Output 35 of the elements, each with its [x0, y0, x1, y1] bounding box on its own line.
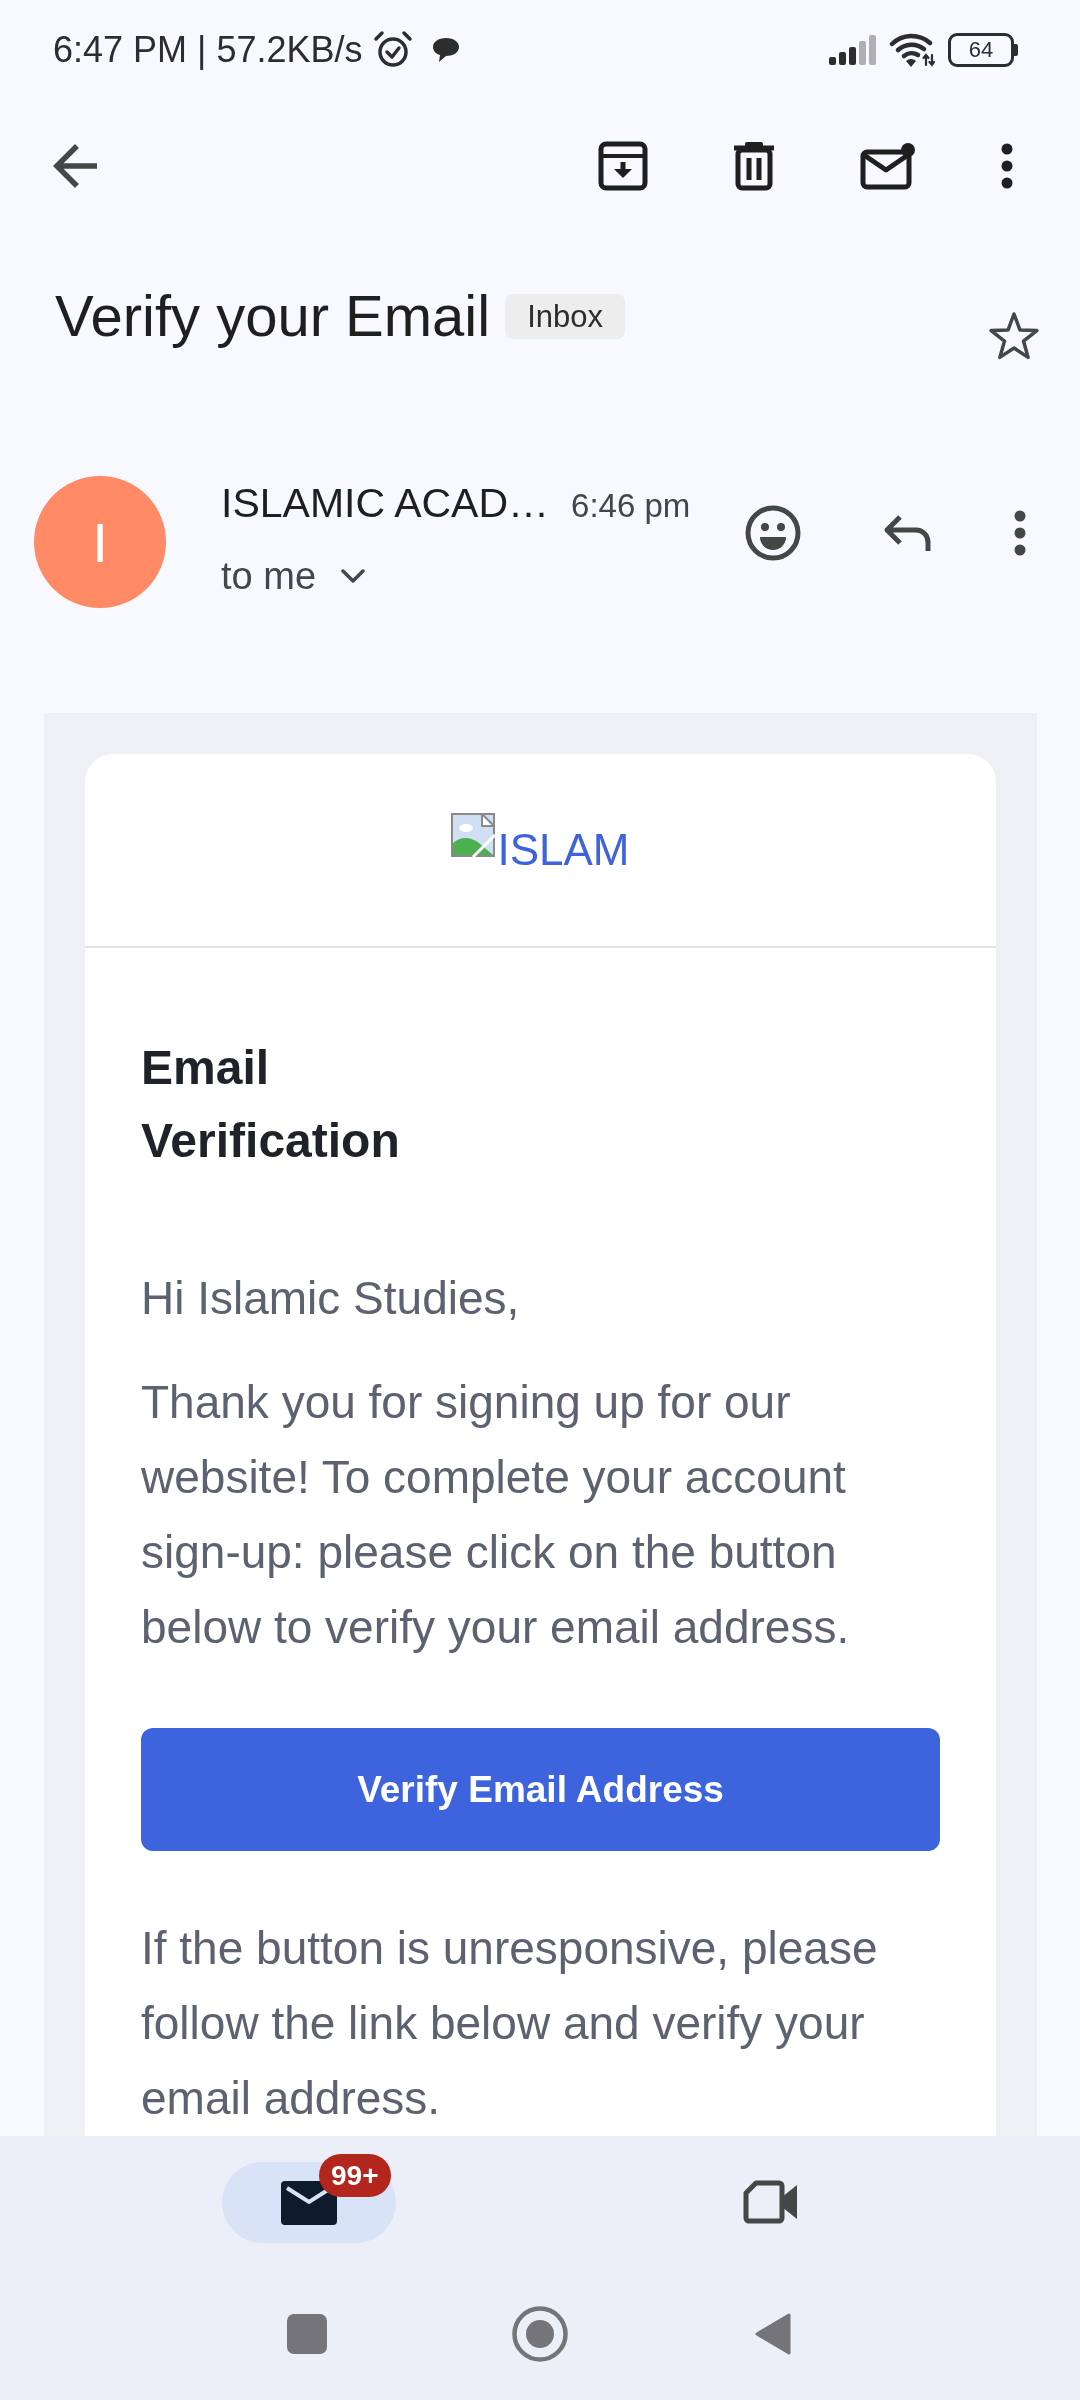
battery-indicator: 64 [948, 33, 1018, 67]
email-subject: Verify your Email [55, 282, 491, 350]
video-camera-icon [743, 2180, 799, 2224]
recents-icon[interactable] [287, 2314, 327, 2354]
sender-name: ISLAMIC ACAD… [221, 479, 550, 528]
smiley-icon[interactable] [745, 505, 801, 561]
back-arrow-icon[interactable] [53, 144, 97, 188]
chat-bubble-icon [430, 36, 461, 64]
chevron-down-icon [341, 569, 366, 583]
home-icon[interactable] [512, 2306, 568, 2362]
greeting-text: Hi Islamic Studies, [141, 1271, 521, 1326]
fallback-paragraph: If the button is unresponsive, please follow the link below and verify your email address. [141, 1921, 879, 2126]
reply-icon[interactable] [882, 513, 932, 553]
back-icon[interactable] [754, 2312, 792, 2356]
trash-icon[interactable] [732, 141, 776, 191]
broken-image-icon [451, 813, 498, 859]
message-time: 6:46 pm [571, 487, 691, 525]
logo-link[interactable]: ISLAM [497, 825, 630, 875]
intro-paragraph: Thank you for signing up for our website! To complete your account sign-up: please click on the button below to verify your email address. [141, 1375, 851, 1655]
unread-mail-icon[interactable] [860, 142, 916, 190]
archive-icon[interactable] [598, 141, 648, 191]
signal-icon [829, 35, 876, 65]
recipient-details[interactable]: to me [221, 551, 366, 601]
inbox-label: Inbox [505, 293, 625, 339]
star-icon[interactable] [987, 311, 1041, 361]
video-tab[interactable] [743, 2180, 799, 2224]
email-heading: Email Verification [141, 1040, 401, 1169]
alarm-clock-icon [372, 30, 413, 70]
wifi-icon [889, 33, 935, 67]
unread-count: 99+ [319, 2153, 391, 2197]
more-options-icon[interactable] [1000, 143, 1014, 189]
more-options-icon[interactable] [1013, 510, 1027, 556]
verify-email-button[interactable]: Verify Email Address [141, 1728, 940, 1851]
sender-avatar: I [34, 476, 166, 608]
status-bar-text: 6:47 PM | 57.2KB/s [53, 28, 363, 72]
